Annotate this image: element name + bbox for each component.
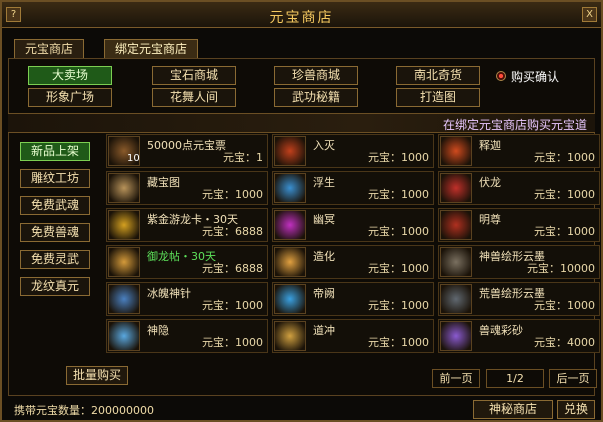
- item-price: 元宝：1000: [202, 336, 263, 349]
- shop-item[interactable]: 道冲元宝：1000: [272, 319, 434, 353]
- item-price: 元宝：1000: [368, 225, 429, 238]
- shop-item[interactable]: 藏宝图元宝：1000: [106, 171, 268, 205]
- spark-skill-icon[interactable]: [274, 321, 306, 351]
- shop-item[interactable]: 10 50000点元宝票 元宝：1: [106, 134, 268, 168]
- shop-item[interactable]: 兽魂彩砂 元宝：4000: [438, 319, 600, 353]
- flame-skill-icon[interactable]: [440, 136, 472, 166]
- next-page-button[interactable]: 后一页: [549, 369, 597, 388]
- item-name: 释迦: [479, 139, 501, 152]
- item-price: 元宝：1000: [368, 336, 429, 349]
- category-forge-plans[interactable]: 打造图: [396, 88, 480, 107]
- fire-skill-icon[interactable]: [274, 136, 306, 166]
- void-skill-icon[interactable]: [274, 210, 306, 240]
- category-mall[interactable]: 大卖场: [28, 66, 112, 85]
- frost-skill-icon[interactable]: [108, 321, 140, 351]
- item-name: 明尊: [479, 213, 501, 226]
- dragon-card-icon[interactable]: [108, 210, 140, 240]
- staff-icon[interactable]: [440, 210, 472, 240]
- blade-icon[interactable]: [440, 173, 472, 203]
- item-price: 元宝：6888: [202, 262, 263, 275]
- category-flowers[interactable]: 花舞人间: [152, 88, 236, 107]
- shop-item[interactable]: 荒兽绘形云墨 元宝：1000: [438, 282, 600, 316]
- shop-item[interactable]: 帝阙元宝：1000: [272, 282, 434, 316]
- item-price: 元宝：1000: [534, 225, 595, 238]
- item-price: 元宝：1000: [368, 151, 429, 164]
- side-item-dragon-essence[interactable]: 龙纹真元: [20, 277, 90, 296]
- shop-item[interactable]: 入灭元宝：1000: [272, 134, 434, 168]
- shop-window: ? 元宝商店 X 元宝商店 绑定元宝商店 大卖场 宝石商城 珍兽商城 南北奇货 …: [0, 0, 603, 422]
- category-appearance[interactable]: 形象广场: [28, 88, 112, 107]
- prev-page-button[interactable]: 前一页: [432, 369, 480, 388]
- shop-item[interactable]: 明尊元宝：1000: [438, 208, 600, 242]
- item-price: 元宝：1000: [534, 188, 595, 201]
- info-banner: 在绑定元宝商店购买元宝道: [8, 113, 595, 133]
- item-price: 元宝：1000: [202, 299, 263, 312]
- item-name: 冰魄神针: [147, 287, 191, 300]
- shop-item[interactable]: 浮生元宝：1000: [272, 171, 434, 205]
- category-exotic-goods[interactable]: 南北奇货: [396, 66, 480, 85]
- treasure-map-icon[interactable]: [108, 173, 140, 203]
- item-price: 元宝：1000: [368, 188, 429, 201]
- tab-yuanbao-shop[interactable]: 元宝商店: [14, 39, 85, 59]
- item-name: 入灭: [313, 139, 335, 152]
- bulk-buy-button[interactable]: 批量购买: [66, 366, 128, 385]
- banner-text: 在绑定元宝商店购买元宝道: [442, 118, 587, 132]
- shop-item[interactable]: 幽冥元宝：1000: [272, 208, 434, 242]
- scroll-icon[interactable]: [108, 247, 140, 277]
- item-name: 造化: [313, 250, 335, 263]
- side-item-engraving[interactable]: 雕纹工坊: [20, 169, 90, 188]
- lightning-skill-icon[interactable]: [274, 284, 306, 314]
- item-name: 神隐: [147, 324, 169, 337]
- mystery-shop-button[interactable]: 神秘商店: [473, 400, 553, 419]
- side-item-free-weapon-soul[interactable]: 免费武魂: [20, 196, 90, 215]
- shop-item[interactable]: 御龙帖・30天 元宝：6888: [106, 245, 268, 279]
- item-name: 道冲: [313, 324, 335, 337]
- ink-icon[interactable]: [440, 284, 472, 314]
- shop-item[interactable]: 伏龙元宝：1000: [438, 171, 600, 205]
- shop-item[interactable]: 神隐元宝：1000: [106, 319, 268, 353]
- item-price: 元宝：6888: [202, 225, 263, 238]
- item-price: 元宝：4000: [534, 336, 595, 349]
- side-item-free-beast-soul[interactable]: 免费兽魂: [20, 223, 90, 242]
- item-name: 兽魂彩砂: [479, 324, 523, 337]
- item-price: 元宝：1000: [368, 262, 429, 275]
- item-quantity: 10: [127, 153, 140, 164]
- item-name: 藏宝图: [147, 176, 180, 189]
- item-price: 元宝：10000: [527, 262, 595, 275]
- shop-item[interactable]: 神兽绘形云墨 元宝：10000: [438, 245, 600, 279]
- shop-item[interactable]: 紫金游龙卡・30天 元宝：6888: [106, 208, 268, 242]
- category-gem-mall[interactable]: 宝石商城: [152, 66, 236, 85]
- category-pet-mall[interactable]: 珍兽商城: [274, 66, 358, 85]
- item-name: 浮生: [313, 176, 335, 189]
- item-name: 幽冥: [313, 213, 335, 226]
- title-bar: ? 元宝商店 X: [2, 2, 601, 28]
- crystal-icon[interactable]: [440, 321, 472, 351]
- item-name: 50000点元宝票: [147, 139, 226, 152]
- window-title: 元宝商店: [269, 10, 334, 26]
- side-item-new-arrivals[interactable]: 新品上架: [20, 142, 90, 161]
- storm-skill-icon[interactable]: [274, 247, 306, 277]
- yuanbao-balance: 携带元宝数量：200000000: [14, 404, 154, 417]
- category-martial-books[interactable]: 武功秘籍: [274, 88, 358, 107]
- item-price: 元宝：1000: [534, 299, 595, 312]
- shop-item[interactable]: 冰魄神针 元宝：1000: [106, 282, 268, 316]
- purchase-confirm-label: 购买确认: [511, 70, 560, 84]
- item-price: 元宝：1000: [368, 299, 429, 312]
- shop-item[interactable]: 造化元宝：1000: [272, 245, 434, 279]
- side-item-free-spirit-weapon[interactable]: 免费灵武: [20, 250, 90, 269]
- item-price: 元宝：1000: [202, 188, 263, 201]
- purchase-confirm-radio[interactable]: [496, 71, 506, 81]
- item-name: 帝阙: [313, 287, 335, 300]
- needle-icon[interactable]: [108, 284, 140, 314]
- item-price: 元宝：1000: [534, 151, 595, 164]
- shop-item[interactable]: 释迦元宝：1000: [438, 134, 600, 168]
- item-name: 伏龙: [479, 176, 501, 189]
- close-icon[interactable]: X: [582, 7, 597, 22]
- tab-bound-yuanbao-shop[interactable]: 绑定元宝商店: [104, 39, 199, 59]
- ice-skill-icon[interactable]: [274, 173, 306, 203]
- claw-icon[interactable]: [440, 247, 472, 277]
- page-indicator: 1/2: [486, 369, 544, 388]
- item-price: 元宝：1: [223, 151, 263, 164]
- exchange-button[interactable]: 兑换: [557, 400, 595, 419]
